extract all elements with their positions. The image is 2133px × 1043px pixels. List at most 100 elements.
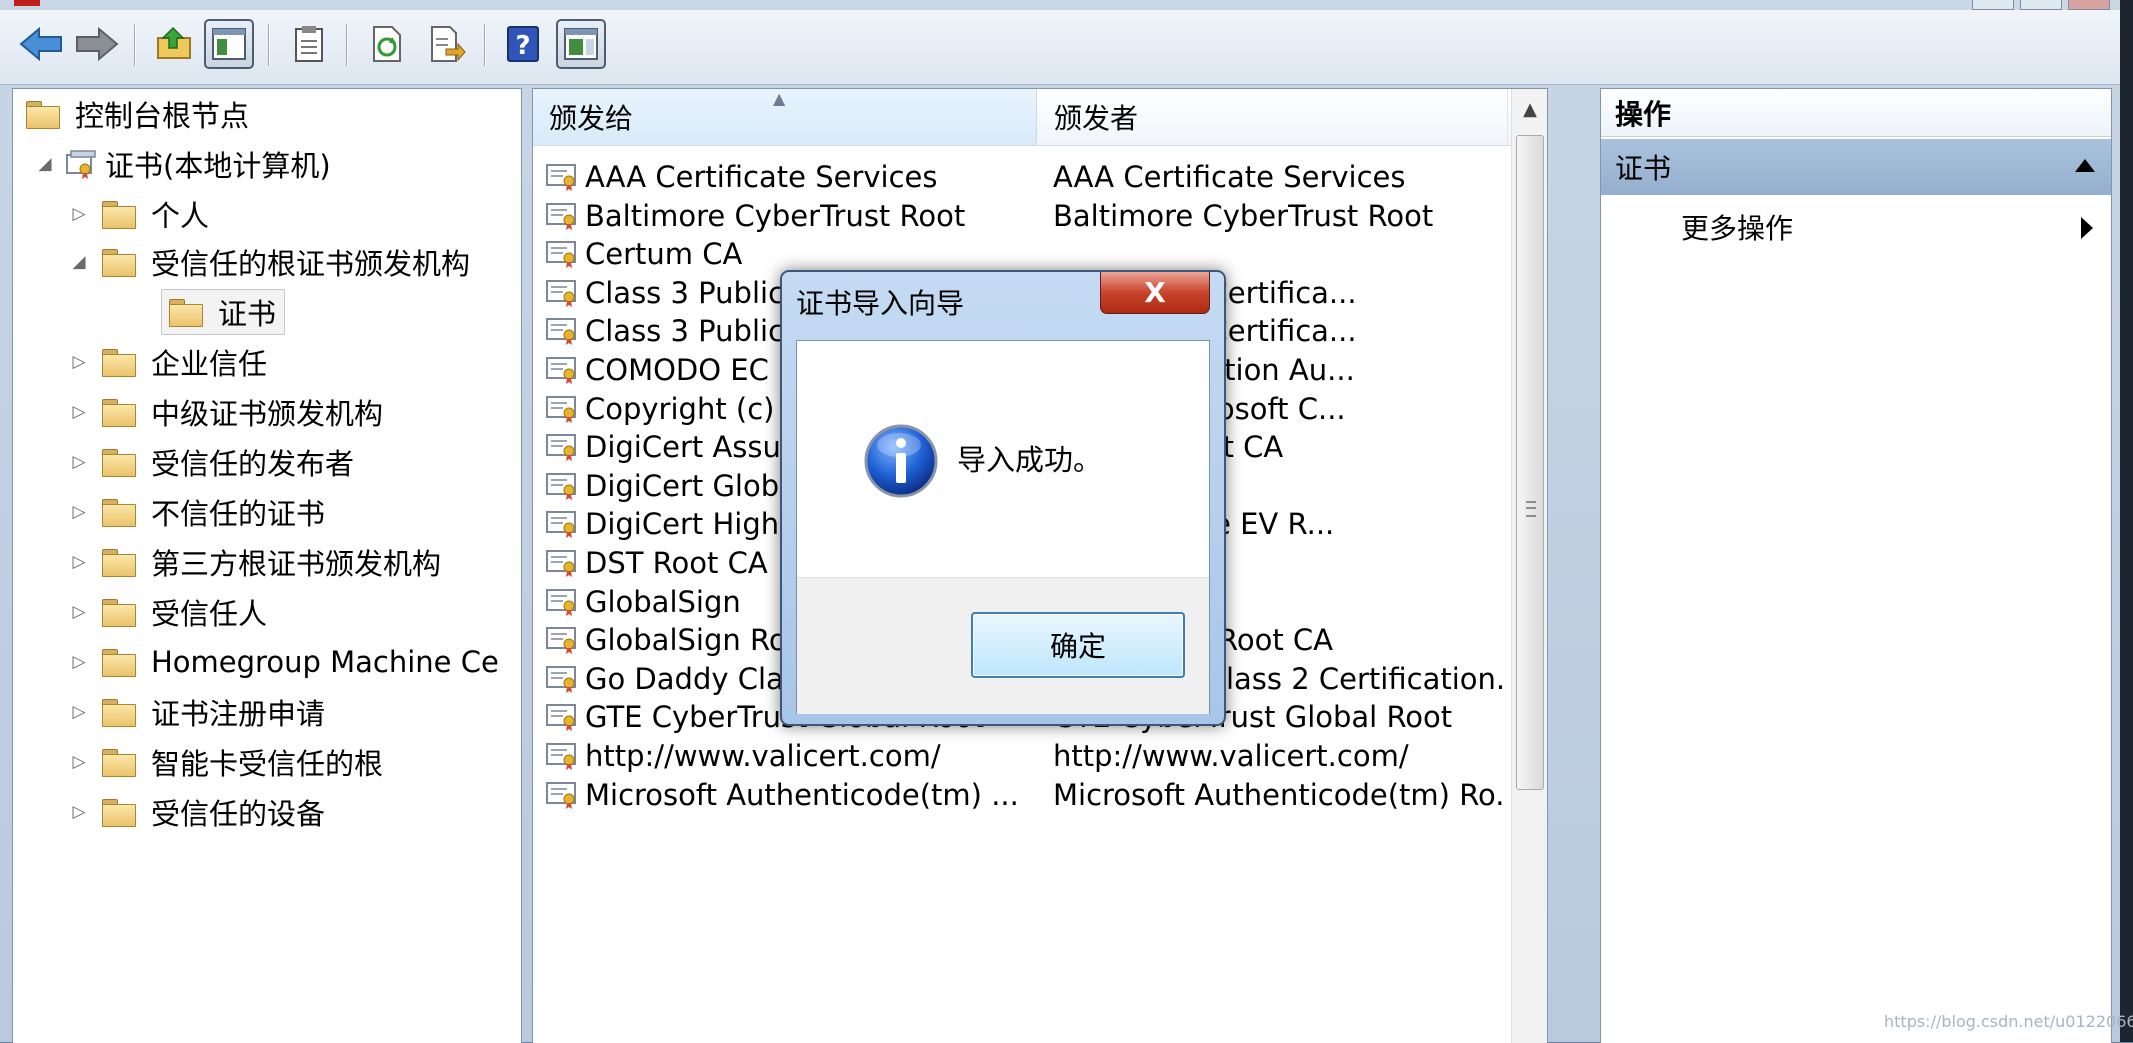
tree-item-label: 受信任的设备 — [151, 797, 326, 831]
tree-item-label: 证书 — [218, 297, 277, 331]
more-actions-item[interactable]: 更多操作 — [1601, 199, 2111, 255]
section-label: 证书 — [1615, 152, 1672, 185]
scroll-thumb[interactable] — [1516, 135, 1544, 790]
certificate-icon — [546, 357, 576, 384]
tree-item-label: 证书注册申请 — [151, 697, 326, 731]
tree-item-trusted-publishers[interactable]: 受信任的发布者 — [101, 439, 354, 485]
app-icon — [14, 0, 40, 6]
tree-item-label: 不信任的证书 — [151, 497, 326, 531]
tree-item-third-party-root-ca[interactable]: 第三方根证书颁发机构 — [101, 539, 441, 585]
dialog-body: 导入成功。 确定 — [796, 340, 1210, 714]
certificate-icon — [546, 665, 576, 693]
actions-pane: 操作 证书 更多操作 — [1600, 88, 2112, 1043]
folder-icon — [101, 447, 137, 477]
import-wizard-dialog: 证书导入向导 X 导入成功。 确定 — [780, 270, 1226, 726]
ok-button[interactable]: 确定 — [971, 612, 1185, 678]
show-hide-tree-button[interactable] — [204, 19, 254, 69]
actions-header: 操作 — [1601, 89, 2111, 137]
collapse-arrow-icon[interactable]: ◢ — [69, 239, 89, 285]
collapse-arrow-icon[interactable]: ◢ — [35, 141, 55, 187]
show-hide-action-pane-icon — [564, 28, 598, 60]
tree-item-label: 受信任的根证书颁发机构 — [151, 247, 471, 281]
certificate-icon — [546, 472, 576, 500]
tree-item-console-root[interactable]: 控制台根节点 — [25, 91, 249, 137]
expand-arrow-icon[interactable]: ▷ — [69, 689, 89, 735]
maximize-button[interactable] — [2020, 0, 2062, 10]
tree-item-trusted-root-ca[interactable]: 受信任的根证书颁发机构 — [101, 239, 470, 285]
tree-item-smart-card-roots[interactable]: 智能卡受信任的根 — [101, 739, 383, 785]
tree-item-label: 证书(本地计算机) — [105, 149, 331, 183]
close-icon: X — [1144, 276, 1166, 309]
dialog-message: 导入成功。 — [957, 443, 1103, 477]
certificate-icon — [546, 434, 576, 462]
info-icon — [864, 424, 938, 498]
certificate-icon — [546, 781, 576, 809]
back-button[interactable] — [16, 19, 66, 69]
expand-arrow-icon[interactable]: ▷ — [69, 191, 89, 237]
tree-item-label: 企业信任 — [151, 347, 268, 381]
expand-arrow-icon[interactable]: ▷ — [69, 639, 89, 685]
show-hide-action-pane-button[interactable] — [556, 19, 606, 69]
column-issued-to[interactable]: ▲ 颁发给 — [533, 89, 1037, 145]
expand-arrow-icon[interactable]: ▷ — [69, 589, 89, 635]
tree-item-enrollment-requests[interactable]: 证书注册申请 — [101, 689, 325, 735]
tree-item-trusted-people[interactable]: 受信任人 — [101, 589, 267, 635]
expand-arrow-icon[interactable]: ▷ — [69, 789, 89, 835]
help-button[interactable]: ? — [498, 19, 548, 69]
up-folder-button[interactable] — [150, 19, 200, 69]
tree-item-homegroup[interactable]: Homegroup Machine Ce — [101, 639, 499, 685]
column-header-row: ▲ 颁发给 颁发者 — [533, 89, 1547, 146]
cell-text: Microsoft Authenticode(tm) Ro... — [1053, 777, 1503, 812]
tree-item-label: Homegroup Machine Ce — [151, 645, 499, 679]
console-tree: 控制台根节点 ◢ 证书(本地计算机) ▷ 个人 ◢ 受信任的根证书颁发机构 证书… — [12, 88, 522, 1043]
tree-item-intermediate-ca[interactable]: 中级证书颁发机构 — [101, 389, 383, 435]
expand-arrow-icon[interactable]: ▷ — [69, 339, 89, 385]
column-label: 颁发给 — [549, 102, 634, 135]
grip-icon — [1526, 501, 1536, 517]
actions-section-certificates[interactable]: 证书 — [1601, 139, 2111, 195]
certificate-icon — [546, 241, 576, 269]
expand-arrow-icon[interactable]: ▷ — [69, 389, 89, 435]
certificate-icon — [546, 743, 576, 770]
tree-item-enterprise-trust[interactable]: 企业信任 — [101, 339, 267, 385]
tree-item-personal[interactable]: 个人 — [101, 191, 209, 237]
minimize-button[interactable] — [1972, 0, 2014, 10]
expand-arrow-icon[interactable]: ▷ — [69, 439, 89, 485]
selection-highlight: 证书 — [161, 289, 286, 335]
tree-item-label: 个人 — [151, 199, 210, 233]
tree-item-untrusted-certificates[interactable]: 不信任的证书 — [101, 489, 325, 535]
tree-item-certificates-local-computer[interactable]: 证书(本地计算机) — [65, 141, 331, 187]
expand-arrow-icon[interactable]: ▷ — [69, 489, 89, 535]
certificate-icon — [546, 550, 576, 577]
dialog-close-button[interactable]: X — [1100, 272, 1210, 314]
vertical-scrollbar[interactable]: ▲ — [1511, 89, 1547, 1043]
column-issued-by[interactable]: 颁发者 — [1038, 89, 1508, 145]
forward-button[interactable] — [72, 19, 122, 69]
certificate-icon — [546, 318, 576, 346]
tree-item-label: 第三方根证书颁发机构 — [151, 547, 442, 581]
table-row[interactable]: Microsoft Authenticode(tm) ... Microsoft … — [533, 769, 1511, 821]
clipboard-button[interactable] — [284, 19, 334, 69]
sort-ascending-icon: ▲ — [773, 89, 786, 108]
refresh-button[interactable] — [362, 19, 412, 69]
dialog-footer: 确定 — [797, 577, 1209, 714]
expand-arrow-icon[interactable]: ▷ — [69, 739, 89, 785]
cell-issued-by: Microsoft Authenticode(tm) Ro... — [1053, 769, 1503, 821]
window-close-button[interactable] — [2068, 0, 2110, 10]
svg-text:?: ? — [515, 31, 530, 61]
certificate-icon — [546, 704, 576, 732]
folder-icon — [101, 397, 137, 427]
up-folder-icon — [157, 26, 191, 59]
desktop-edge — [2120, 0, 2133, 1042]
certificates-snapin-icon — [66, 150, 96, 179]
folder-icon — [101, 747, 137, 777]
more-actions-label: 更多操作 — [1681, 212, 1794, 245]
export-list-icon — [431, 26, 466, 62]
scroll-up-icon[interactable]: ▲ — [1512, 89, 1547, 129]
tree-item-trusted-devices[interactable]: 受信任的设备 — [101, 789, 325, 835]
tree-item-label: 智能卡受信任的根 — [151, 747, 384, 781]
tree-item-certificates-selected[interactable]: 证书 — [161, 289, 286, 335]
export-list-button[interactable] — [422, 19, 472, 69]
submenu-arrow-icon — [2081, 217, 2093, 239]
expand-arrow-icon[interactable]: ▷ — [69, 539, 89, 585]
